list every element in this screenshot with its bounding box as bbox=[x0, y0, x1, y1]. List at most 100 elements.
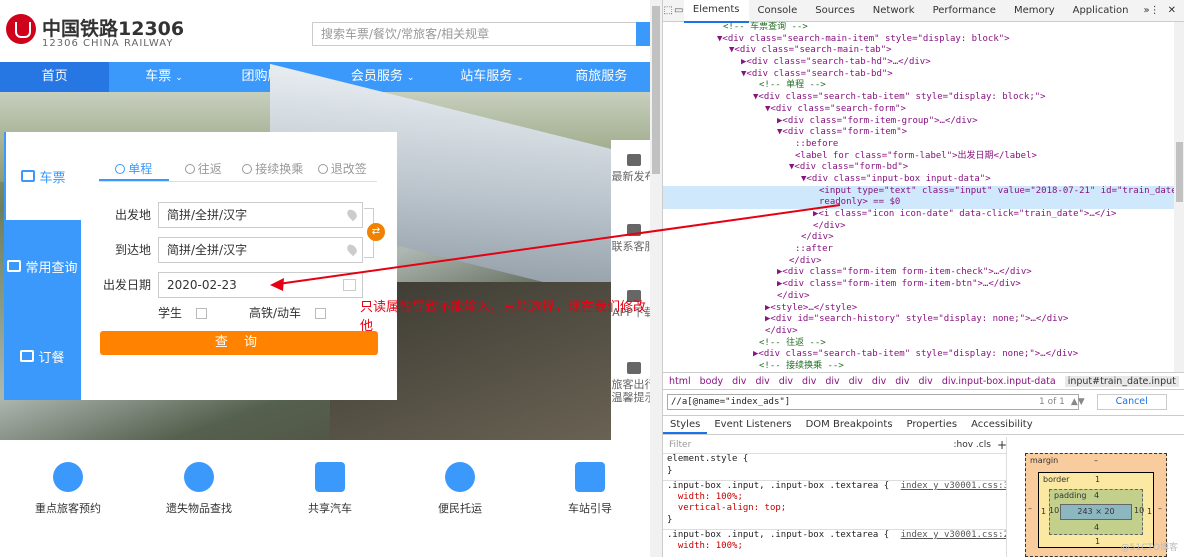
breadcrumb-item[interactable]: div bbox=[779, 376, 793, 387]
tree-scroll-thumb[interactable] bbox=[1176, 142, 1183, 202]
dom-node-line[interactable]: <!-- 单程 --> bbox=[663, 80, 1174, 92]
styles-subtab[interactable]: Styles bbox=[663, 416, 708, 434]
styles-subtab[interactable]: Accessibility bbox=[964, 416, 1040, 434]
dom-node-line[interactable]: ▶<i class="icon icon-date" data-click="t… bbox=[663, 209, 1174, 221]
device-toolbar-icon[interactable]: ▭ bbox=[673, 0, 683, 22]
dom-node-line[interactable]: ▼<div class="input-box input-data"> bbox=[663, 174, 1174, 186]
breadcrumb-item[interactable]: div bbox=[919, 376, 933, 387]
breadcrumb-item[interactable]: div bbox=[895, 376, 909, 387]
highspeed-checkbox[interactable]: 高铁/动车 bbox=[249, 304, 327, 321]
find-cancel-button[interactable]: Cancel bbox=[1096, 394, 1167, 410]
stylesheet-link[interactable]: index_y_v30001.css:2 bbox=[901, 530, 1009, 542]
breadcrumb-item[interactable]: div.input-box.input-data bbox=[942, 376, 1056, 387]
service-station-guide[interactable]: 车站引导 bbox=[530, 462, 650, 516]
devtools-tab[interactable]: Elements bbox=[683, 0, 749, 23]
sidebar-item-tickets[interactable]: 车票 bbox=[4, 132, 81, 220]
styles-subtab[interactable]: DOM Breakpoints bbox=[799, 416, 900, 434]
box-padding[interactable]: padding 4 10 10 4 243 × 20 bbox=[1049, 489, 1144, 535]
breadcrumb-item[interactable]: div bbox=[849, 376, 863, 387]
nav-item[interactable]: 站车服务 ⌄ bbox=[437, 62, 546, 92]
dom-node-line[interactable]: </div> bbox=[663, 232, 1174, 244]
nav-item[interactable]: 商旅服务 bbox=[547, 62, 656, 92]
box-content[interactable]: 243 × 20 bbox=[1060, 504, 1132, 520]
dom-node-line[interactable]: ▶<div class="search-tab-item" style="dis… bbox=[663, 349, 1174, 361]
tab-change-refund[interactable]: 退改签 bbox=[308, 158, 378, 181]
query-button[interactable]: 查 询 bbox=[100, 331, 378, 355]
kebab-menu-icon[interactable]: ⋮ bbox=[1150, 5, 1160, 16]
dom-node-line[interactable]: </div> bbox=[663, 326, 1174, 338]
breadcrumb-item[interactable]: div bbox=[872, 376, 886, 387]
checkbox-icon[interactable] bbox=[196, 308, 208, 319]
dom-node-line[interactable]: ::after bbox=[663, 244, 1174, 256]
to-station-input[interactable]: 简拼/全拼/汉字 bbox=[158, 237, 363, 263]
railway-logo-icon[interactable] bbox=[6, 14, 36, 44]
breadcrumb-item[interactable]: input#train_date.input bbox=[1064, 375, 1179, 387]
hov-cls-toggle[interactable]: :hov .cls bbox=[954, 440, 997, 450]
site-search-input[interactable]: 搜索车票/餐饮/常旅客/相关规章 bbox=[312, 22, 638, 46]
breadcrumb-item[interactable]: div bbox=[755, 376, 769, 387]
find-arrows-icon[interactable]: ▲▼ bbox=[1071, 397, 1085, 407]
dom-node-line[interactable]: </div> bbox=[663, 221, 1174, 233]
breadcrumb-item[interactable]: html bbox=[669, 376, 691, 387]
style-rule-line[interactable]: } bbox=[663, 466, 1013, 478]
devtools-tab[interactable]: Console bbox=[749, 0, 807, 22]
dom-node-line[interactable]: </div> bbox=[663, 256, 1174, 268]
style-rule-line[interactable]: .input-box .input, .input-box .textarea … bbox=[663, 529, 1013, 541]
tab-round-trip[interactable]: 往返 bbox=[169, 158, 239, 181]
service-priority-booking[interactable]: 重点旅客预约 bbox=[8, 462, 128, 516]
style-rule-line[interactable]: element.style { bbox=[663, 454, 1013, 466]
style-rule-line[interactable]: width: 100%; bbox=[663, 492, 1013, 504]
stylesheet-link[interactable]: index_y_v30001.css:3 bbox=[901, 481, 1009, 493]
page-scroll-thumb[interactable] bbox=[652, 6, 660, 174]
breadcrumb-item[interactable]: div bbox=[825, 376, 839, 387]
breadcrumb-item[interactable]: div bbox=[802, 376, 816, 387]
dom-node-line[interactable]: <!-- 接续换乘 --> bbox=[663, 361, 1174, 372]
calendar-icon[interactable] bbox=[343, 279, 356, 291]
sidebar-item-meal[interactable]: 订餐 bbox=[4, 312, 81, 400]
logo-title[interactable]: 中国铁路12306 bbox=[42, 14, 184, 41]
service-car-share[interactable]: 共享汽车 bbox=[270, 462, 390, 516]
styles-subtab[interactable]: Event Listeners bbox=[707, 416, 798, 434]
styles-subtab[interactable]: Properties bbox=[900, 416, 965, 434]
inspect-icon[interactable]: ⬚ bbox=[663, 0, 673, 22]
style-rule-line[interactable]: } bbox=[663, 515, 1013, 527]
dom-node-line[interactable]: ▶<style>…</style> bbox=[663, 303, 1174, 315]
service-lost-found[interactable]: 遗失物品查找 bbox=[139, 462, 259, 516]
tab-one-way[interactable]: 单程 bbox=[99, 158, 169, 181]
devtools-tab[interactable]: Sources bbox=[806, 0, 864, 22]
nav-item[interactable]: 车票 ⌄ bbox=[109, 62, 218, 92]
dom-node-line[interactable]: ▼<div class="search-main-tab"> bbox=[663, 45, 1174, 57]
dom-node-line[interactable]: ▶<div class="form-item form-item-check">… bbox=[663, 267, 1174, 279]
dom-node-line[interactable]: ▼<div class="search-main-item" style="di… bbox=[663, 34, 1174, 46]
departure-date-input[interactable]: 2020-02-23 bbox=[158, 272, 363, 298]
swap-stations-button[interactable]: ⇄ bbox=[367, 223, 385, 241]
dom-node-line[interactable]: ▼<div class="search-tab-bd"> bbox=[663, 69, 1174, 81]
devtools-tab[interactable]: Memory bbox=[1005, 0, 1064, 22]
breadcrumb-item[interactable]: div bbox=[732, 376, 746, 387]
breadcrumb-item[interactable]: body bbox=[700, 376, 724, 387]
dom-node-line[interactable]: ▼<div class="search-tab-item" style="dis… bbox=[663, 92, 1174, 104]
dom-node-line[interactable]: ▼<div class="form-bd"> bbox=[663, 162, 1174, 174]
dom-node-line[interactable]: ▶<div class="form-item-group">…</div> bbox=[663, 116, 1174, 128]
dom-node-line[interactable]: <label for class="form-label">出发日期</labe… bbox=[663, 151, 1174, 163]
dom-node-line[interactable]: ▶<div class="search-tab-hd">…</div> bbox=[663, 57, 1174, 69]
dom-node-line[interactable]: </div> bbox=[663, 291, 1174, 303]
devtools-tab[interactable]: Network bbox=[864, 0, 924, 22]
style-rule-line[interactable]: width: 100%; bbox=[663, 541, 1013, 553]
styles-filter[interactable]: Filter :hov .cls + bbox=[663, 436, 1013, 454]
checkbox-icon[interactable] bbox=[315, 308, 327, 319]
close-icon[interactable]: ✕ bbox=[1160, 5, 1184, 16]
from-station-input[interactable]: 简拼/全拼/汉字 bbox=[158, 202, 363, 228]
dom-node-line[interactable]: readonly> == $0 bbox=[663, 197, 1174, 209]
dom-node-line[interactable]: <!-- 往返 --> bbox=[663, 338, 1174, 350]
dom-node-line[interactable]: <input type="text" class="input" value="… bbox=[663, 185, 1174, 198]
style-rule-line[interactable]: .input-box .input, .input-box .textarea … bbox=[663, 480, 1013, 492]
dom-node-line[interactable]: ▶<div class="form-item form-item-btn">…<… bbox=[663, 279, 1174, 291]
find-input[interactable]: //a[@name="index_ads"] bbox=[667, 394, 1079, 410]
dom-node-line[interactable]: ▶<div id="search-history" style="display… bbox=[663, 314, 1174, 326]
sidebar-item-common-queries[interactable]: 常用查询 bbox=[4, 222, 81, 310]
devtools-tab[interactable]: Application bbox=[1064, 0, 1138, 22]
style-rule-line[interactable]: vertical-align: top; bbox=[663, 503, 1013, 515]
elements-tree[interactable]: <!-- 车票查询 --> ▼<div class="search-main-it… bbox=[663, 22, 1174, 372]
dom-node-line[interactable]: ::before bbox=[663, 139, 1174, 151]
